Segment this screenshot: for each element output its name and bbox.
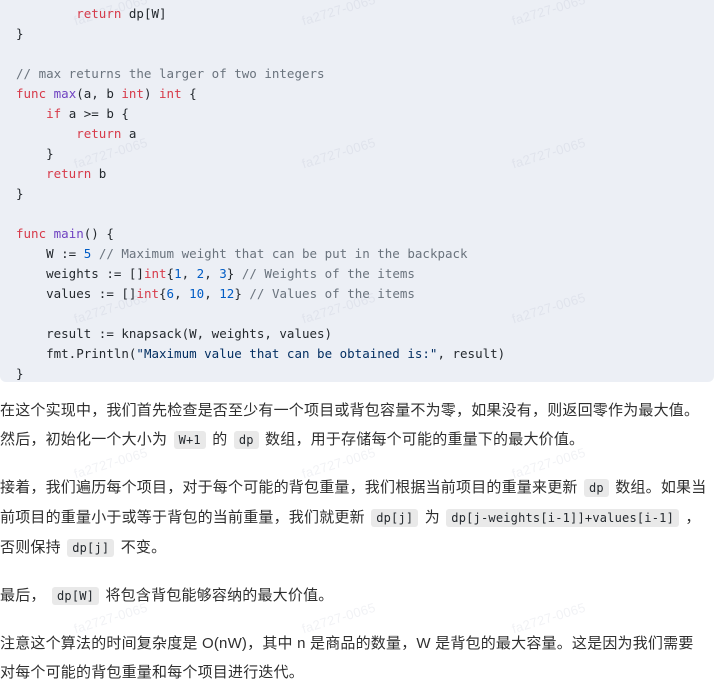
code-token-keyword: func [16,226,47,241]
code-line: values := []int{6, 10, 12} // Values of … [16,284,698,304]
code-token-plain: } [16,366,24,381]
code-token-number: 3 [219,266,227,281]
code-token-plain: dp[W] [128,6,167,21]
inline-code-chip: W+1 [173,431,206,449]
code-token-number: 1 [174,266,182,281]
code-token-plain: , [174,286,190,301]
code-token-plain: } [46,146,54,161]
code-line: // max returns the larger of two integer… [16,64,698,84]
paragraph-3-text-2: 将包含背包能够容纳的最大价值。 [105,587,334,604]
code-token-plain: , [181,266,197,281]
code-token-type: int [143,266,167,281]
code-token-comment: // Values of the items [249,286,415,301]
code-line: result := knapsack(W, weights, values) [16,324,698,344]
code-token-plain: { [181,86,197,101]
code-token-plain: weights := [] [46,266,144,281]
code-token-plain: , result) [437,346,506,361]
code-token-comment: // Maximum weight that can be put in the… [98,246,468,261]
paragraph-3: 最后， dp[W] 将包含背包能够容纳的最大价值。 [0,572,714,620]
paragraph-3-text-1: 最后， [0,587,46,604]
code-token-plain: W := [46,246,84,261]
code-token-function: max [53,86,77,101]
code-token-plain: ) [143,86,160,101]
code-line: } [16,364,698,382]
code-line: W := 5 // Maximum weight that can be put… [16,244,698,264]
code-token-type: int [121,86,144,101]
code-token-plain: } [16,186,24,201]
paragraph-2-text-1: 接着，我们遍历每个项目，对于每个可能的背包重量，我们根据当前项目的重量来更新 [0,479,578,496]
paragraph-2: 接着，我们遍历每个项目，对于每个可能的背包重量，我们根据当前项目的重量来更新 d… [0,464,714,572]
code-token-plain: (a, b [76,86,122,101]
code-token-string: "Maximum value that can be obtained is:" [136,346,438,361]
paragraph-1-text-3: 数组，用于存储每个可能的重量下的最大价值。 [265,431,585,448]
code-token-keyword: func [16,86,47,101]
code-line: return dp[W] [16,4,698,24]
code-line: } [16,144,698,164]
inline-code-chip: dp [583,479,609,497]
explanation-section: 在这个实现中，我们首先检查是否至少有一个项目或背包容量不为零，如果没有，则返回零… [0,382,714,696]
code-line: func main() { [16,224,698,244]
code-token-type: int [159,86,182,101]
code-token-plain: } [16,26,24,41]
code-token-plain: , [204,266,220,281]
code-token-plain: } [234,286,250,301]
code-line: fmt.Println("Maximum value that can be o… [16,344,698,364]
code-token-type: int [136,286,159,301]
code-token-number: 12 [219,286,235,301]
inline-code-chip: dp[j-weights[i-1]]+values[i-1] [446,509,680,527]
code-line: } [16,24,698,44]
paragraph-2-text-5: 不变。 [120,539,167,556]
code-block: return dp[W]} // max returns the larger … [0,0,714,382]
code-token-comment: // max returns the larger of two integer… [16,66,325,81]
code-token-function: main [53,226,84,241]
code-token-keyword: if [46,106,62,121]
inline-code-chip: dp[j] [371,509,419,527]
code-token-plain: b [91,166,107,181]
code-token-plain: () { [83,226,114,241]
code-token-keyword: return [76,126,122,141]
paragraph-1: 在这个实现中，我们首先检查是否至少有一个项目或背包容量不为零，如果没有，则返回零… [0,382,714,464]
code-token-number: 10 [189,286,205,301]
inline-code-chip: dp [233,431,259,449]
code-line: func max(a, b int) int { [16,84,698,104]
code-token-number: 6 [166,286,175,301]
inline-code-chip: dp[j] [67,539,115,557]
code-token-comment: // Weights of the items [241,266,415,281]
code-line: return b [16,164,698,184]
paragraph-1-text-2: 的 [212,431,228,448]
code-token-plain: , [204,286,220,301]
code-token-plain: result := knapsack(W, weights, values) [46,326,333,341]
code-token-keyword: return [46,166,92,181]
code-token-plain: values := [] [46,286,137,301]
paragraph-2-text-3: 为 [424,509,440,526]
code-token-plain: fmt.Println( [46,346,137,361]
code-token-plain: } [226,266,242,281]
paragraph-4: 注意这个算法的时间复杂度是 O(nW)，其中 n 是商品的数量，W 是背包的最大… [0,635,694,681]
code-content[interactable]: return dp[W]} // max returns the larger … [0,4,714,382]
code-line: return a [16,124,698,144]
code-token-plain: a [121,126,137,141]
code-line: } [16,184,698,204]
code-line: if a >= b { [16,104,698,124]
inline-code-chip: dp[W] [51,587,100,605]
code-token-plain: { [159,286,167,301]
code-token-plain: { [166,266,175,281]
code-token-keyword: return [76,6,122,21]
code-token-plain: a >= b { [61,106,129,121]
code-line: weights := []int{1, 2, 3} // Weights of … [16,264,698,284]
